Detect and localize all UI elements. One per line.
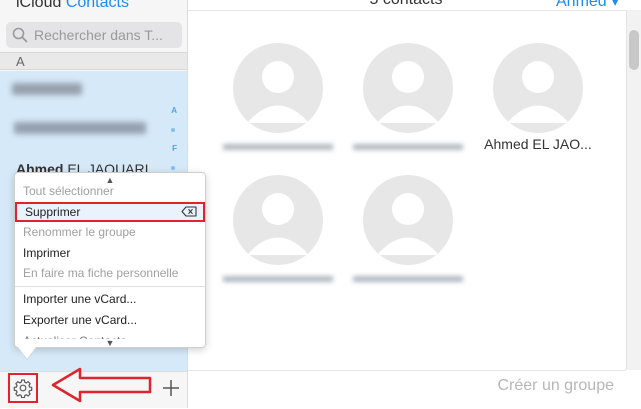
app-title: iCloud Contacts xyxy=(16,0,129,12)
search-icon xyxy=(12,27,28,43)
index-letter-f[interactable]: F xyxy=(172,144,177,153)
avatar-placeholder-icon xyxy=(493,43,583,133)
add-contact-plus-icon[interactable] xyxy=(160,377,182,399)
avatar-placeholder-icon xyxy=(363,175,453,265)
index-letter-a[interactable]: A xyxy=(171,106,177,115)
app-title-accent[interactable]: Contacts xyxy=(66,0,129,11)
menu-item-delete-label: Supprimer xyxy=(25,205,81,219)
contacts-main-pane: 5 contacts Ahmed ▾ Ahmed EL JAO... xyxy=(188,0,641,408)
contact-card[interactable]: Ahmed EL JAO... xyxy=(483,43,593,173)
section-header-a: A xyxy=(0,52,187,70)
annotation-arrow xyxy=(51,367,152,403)
index-dot[interactable] xyxy=(171,128,175,132)
contact-name-redacted xyxy=(223,144,333,150)
menu-pointer-tail xyxy=(18,347,36,359)
menu-item-select-all[interactable]: Tout sélectionner xyxy=(15,181,205,201)
contact-card[interactable] xyxy=(223,175,333,305)
gear-icon xyxy=(13,379,33,398)
settings-gear-button[interactable] xyxy=(8,373,38,403)
menu-item-rename-group[interactable]: Renommer le groupe xyxy=(15,222,205,242)
contact-row-redacted[interactable] xyxy=(12,83,82,95)
main-footer: Créer un groupe xyxy=(188,370,626,409)
index-dot[interactable] xyxy=(171,166,175,170)
contact-card[interactable] xyxy=(223,43,333,173)
avatar-placeholder-icon xyxy=(233,175,323,265)
menu-item-import-vcard[interactable]: Importer une vCard... xyxy=(15,289,205,309)
create-group-button[interactable]: Créer un groupe xyxy=(497,377,614,395)
user-menu-label: Ahmed xyxy=(556,0,607,10)
avatar-placeholder-icon xyxy=(233,43,323,133)
menu-separator xyxy=(15,286,205,287)
contact-card-name: Ahmed EL JAO... xyxy=(484,136,592,152)
contact-row-redacted[interactable] xyxy=(14,122,146,134)
contact-card[interactable] xyxy=(353,43,463,173)
menu-scroll-down-icon[interactable]: ▼ xyxy=(15,338,205,348)
menu-item-make-my-card[interactable]: En faire ma fiche personnelle xyxy=(15,263,205,283)
scrollbar-thumb[interactable] xyxy=(629,30,639,70)
contact-name-redacted xyxy=(353,276,463,282)
avatar-placeholder-icon xyxy=(363,43,453,133)
menu-item-delete[interactable]: Supprimer xyxy=(15,202,205,222)
contact-name-redacted xyxy=(223,276,333,282)
context-menu: ▲ Tout sélectionner Supprimer Renommer l… xyxy=(14,172,206,348)
contact-card[interactable] xyxy=(353,175,463,305)
menu-item-print[interactable]: Imprimer xyxy=(15,243,205,263)
app-title-main: iCloud xyxy=(16,0,62,11)
contact-name-redacted xyxy=(353,144,463,150)
header-divider xyxy=(188,10,641,11)
search-input[interactable] xyxy=(32,26,182,44)
menu-item-export-vcard[interactable]: Exporter une vCard... xyxy=(15,310,205,330)
search-field[interactable] xyxy=(6,22,182,48)
